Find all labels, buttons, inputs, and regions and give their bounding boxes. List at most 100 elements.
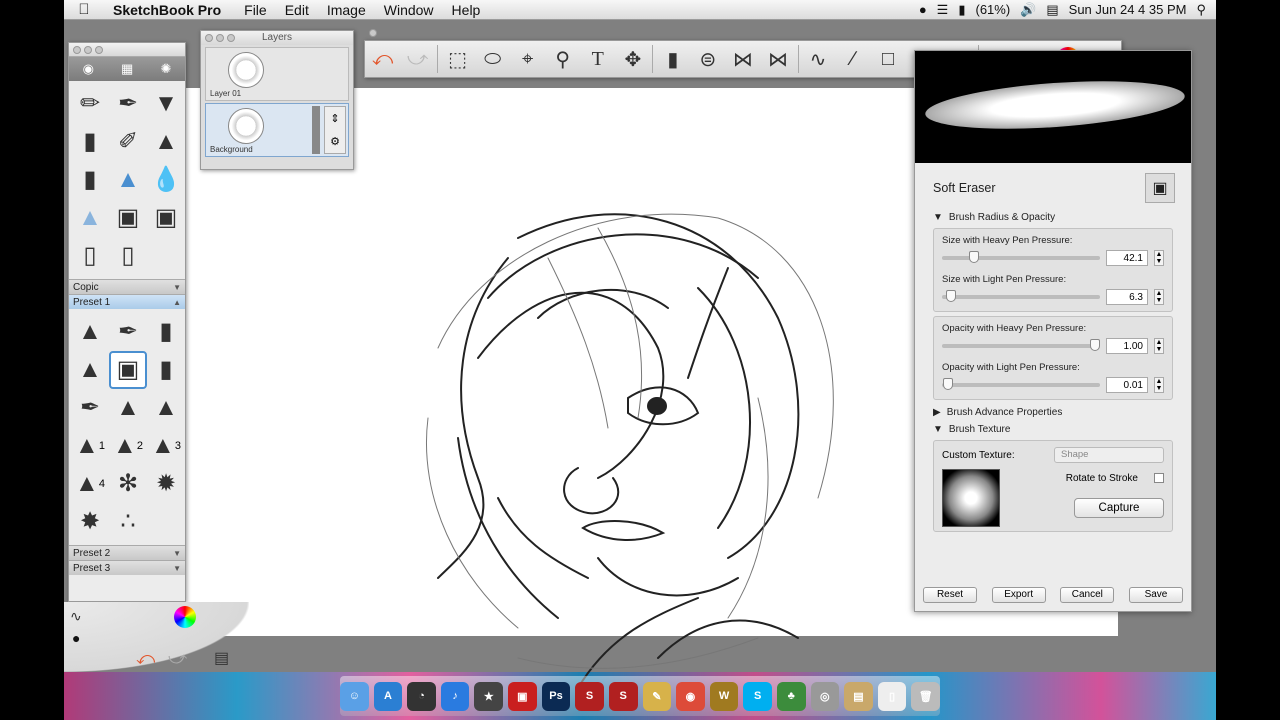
menu-edit[interactable]: Edit: [276, 2, 318, 18]
sketchbook-pro-icon[interactable]: S: [608, 681, 638, 711]
redo-icon[interactable]: ⤻: [168, 648, 187, 669]
preset-brush-dots[interactable]: ∴: [109, 503, 147, 541]
stepper-icon[interactable]: ▲ ▼: [1154, 289, 1164, 305]
photo-booth-icon[interactable]: ▣: [508, 681, 537, 711]
layer-move-icon[interactable]: ⇕: [330, 112, 339, 125]
opacity-light-slider[interactable]: [942, 378, 1100, 390]
brush-size-icon[interactable]: ∿: [70, 608, 82, 625]
trash-icon[interactable]: 🗑: [911, 681, 940, 711]
layer-settings-icon[interactable]: ⚙: [330, 135, 340, 148]
preset-brush-3[interactable]: ▲ 3: [147, 427, 185, 465]
inking-pen-brush[interactable]: ✒: [109, 85, 147, 123]
skype-icon[interactable]: S: [743, 681, 772, 711]
tab-brush-settings[interactable]: ✺: [160, 61, 171, 77]
hard-eraser-brush[interactable]: ▣: [109, 199, 147, 237]
finder-icon[interactable]: ☺: [340, 681, 369, 711]
layer-row-background[interactable]: Background ⇕ ⚙: [205, 103, 349, 157]
ruler-button[interactable]: ▮: [655, 41, 690, 77]
soft-eraser-brush[interactable]: ▣: [147, 199, 185, 237]
set-preset-3[interactable]: Preset 3 ▼: [69, 560, 185, 575]
preset-brush-pencil[interactable]: ▲: [71, 313, 109, 351]
menu-help[interactable]: Help: [443, 2, 490, 18]
itunes-icon[interactable]: ♪: [440, 681, 470, 711]
slider-thumb[interactable]: [1090, 339, 1100, 351]
rectangle-button[interactable]: □: [871, 41, 906, 77]
menu-window[interactable]: Window: [375, 2, 443, 18]
set-preset-1[interactable]: Preset 1 ▲: [69, 294, 185, 309]
folder-icon[interactable]: ▤: [844, 681, 873, 711]
chisel-brush[interactable]: ▮: [71, 161, 109, 199]
preset-brush-paint[interactable]: ▲: [109, 389, 147, 427]
app-store-icon[interactable]: A: [373, 681, 403, 711]
menu-file[interactable]: File: [235, 2, 276, 18]
clock[interactable]: Sun Jun 24 4 35 PM: [1069, 2, 1187, 17]
undo-icon[interactable]: ⤺: [136, 648, 155, 669]
layer-opacity-slider[interactable]: [312, 106, 320, 154]
layer-editor-icon[interactable]: ▤: [214, 648, 229, 668]
lasso-button[interactable]: ⬭: [475, 41, 510, 77]
opacity-light-field[interactable]: 0.01: [1106, 377, 1148, 393]
soft-eraser-icon[interactable]: ▣: [1145, 173, 1175, 203]
transform-button[interactable]: ✥: [615, 41, 650, 77]
custom-texture-select[interactable]: Shape: [1054, 447, 1164, 463]
warcraft-icon[interactable]: W: [709, 681, 739, 711]
size-light-field[interactable]: 6.3: [1106, 289, 1148, 305]
layer-row-layer-01[interactable]: Layer 01: [205, 47, 349, 101]
zoom-icon[interactable]: [227, 34, 235, 42]
wifi-icon[interactable]: ☰: [937, 2, 949, 18]
slider-thumb[interactable]: [968, 251, 979, 263]
preset-brush-1[interactable]: ▲ 1: [71, 427, 109, 465]
preset-brush-2[interactable]: ▲ 2: [109, 427, 147, 465]
line-button[interactable]: ∕: [836, 41, 871, 77]
marker-brush[interactable]: ▼: [147, 85, 185, 123]
close-icon[interactable]: [205, 34, 213, 42]
airbrush-brush[interactable]: ▲: [109, 161, 147, 199]
fine-pencil-brush[interactable]: ▲: [147, 123, 185, 161]
app-menu[interactable]: SketchBook Pro: [104, 2, 235, 18]
tab-brushes[interactable]: ◉: [83, 61, 94, 77]
water-brush[interactable]: 💧: [147, 161, 185, 199]
zoom-icon[interactable]: [95, 45, 103, 54]
preset-brush-fine[interactable]: ▲: [147, 389, 185, 427]
date-icon[interactable]: ▤: [1046, 2, 1058, 18]
rotate-to-stroke-checkbox[interactable]: [1154, 473, 1164, 484]
slider-thumb[interactable]: [943, 378, 954, 390]
apple-menu-icon[interactable]: : [64, 1, 104, 18]
symmetry-y-button[interactable]: ⋈: [760, 41, 795, 77]
section-radius-opacity[interactable]: ▼ Brush Radius & Opacity: [915, 209, 1191, 226]
size-heavy-slider[interactable]: [942, 251, 1100, 263]
set-copic[interactable]: Copic ▼: [69, 279, 185, 294]
preset-brush-airbrush[interactable]: ✒: [71, 389, 109, 427]
sketchbook-icon[interactable]: S: [575, 681, 604, 711]
minimize-icon[interactable]: [216, 34, 224, 42]
soft-airbrush[interactable]: ▲: [71, 199, 109, 237]
menu-image[interactable]: Image: [318, 2, 375, 18]
zoom-button[interactable]: ⚲: [545, 41, 580, 77]
size-light-slider[interactable]: [942, 290, 1100, 302]
section-texture[interactable]: ▼ Brush Texture: [915, 421, 1191, 438]
export-button[interactable]: Export: [991, 587, 1046, 603]
spotlight-search-icon[interactable]: ⚲: [1196, 2, 1206, 18]
texture-preview[interactable]: [942, 469, 1000, 527]
set-preset-2[interactable]: Preset 2 ▼: [69, 545, 185, 560]
pencil-brush[interactable]: ✏: [71, 85, 109, 123]
close-icon[interactable]: [369, 29, 377, 37]
stepper-icon[interactable]: ▲ ▼: [1154, 377, 1164, 393]
star-app-icon[interactable]: ★: [474, 681, 504, 711]
felt-pen-brush[interactable]: ▮: [71, 123, 109, 161]
stickies-icon[interactable]: ✎: [642, 681, 672, 711]
freehand-stroke-button[interactable]: ∿: [800, 41, 835, 77]
tree-app-icon[interactable]: ♣: [776, 681, 806, 711]
opacity-heavy-field[interactable]: 1.00: [1106, 338, 1148, 354]
smear-brush[interactable]: ▯: [109, 237, 147, 275]
preset-brush-4[interactable]: ▲ 4: [71, 465, 109, 503]
preset-brush-pen[interactable]: ✒: [109, 313, 147, 351]
paint-bucket-brush[interactable]: ▯: [71, 237, 109, 275]
ellipse-guide-button[interactable]: ⊜: [690, 41, 725, 77]
section-advanced[interactable]: ▶ Brush Advance Properties: [915, 404, 1191, 421]
cancel-button[interactable]: Cancel: [1060, 587, 1115, 603]
preset-brush-soft-eraser[interactable]: ▣: [109, 351, 147, 389]
ballpoint-brush[interactable]: ✐: [109, 123, 147, 161]
preset-brush-ink-splat[interactable]: ✸: [71, 503, 109, 541]
preset-brush-felt[interactable]: ▮: [147, 351, 185, 389]
